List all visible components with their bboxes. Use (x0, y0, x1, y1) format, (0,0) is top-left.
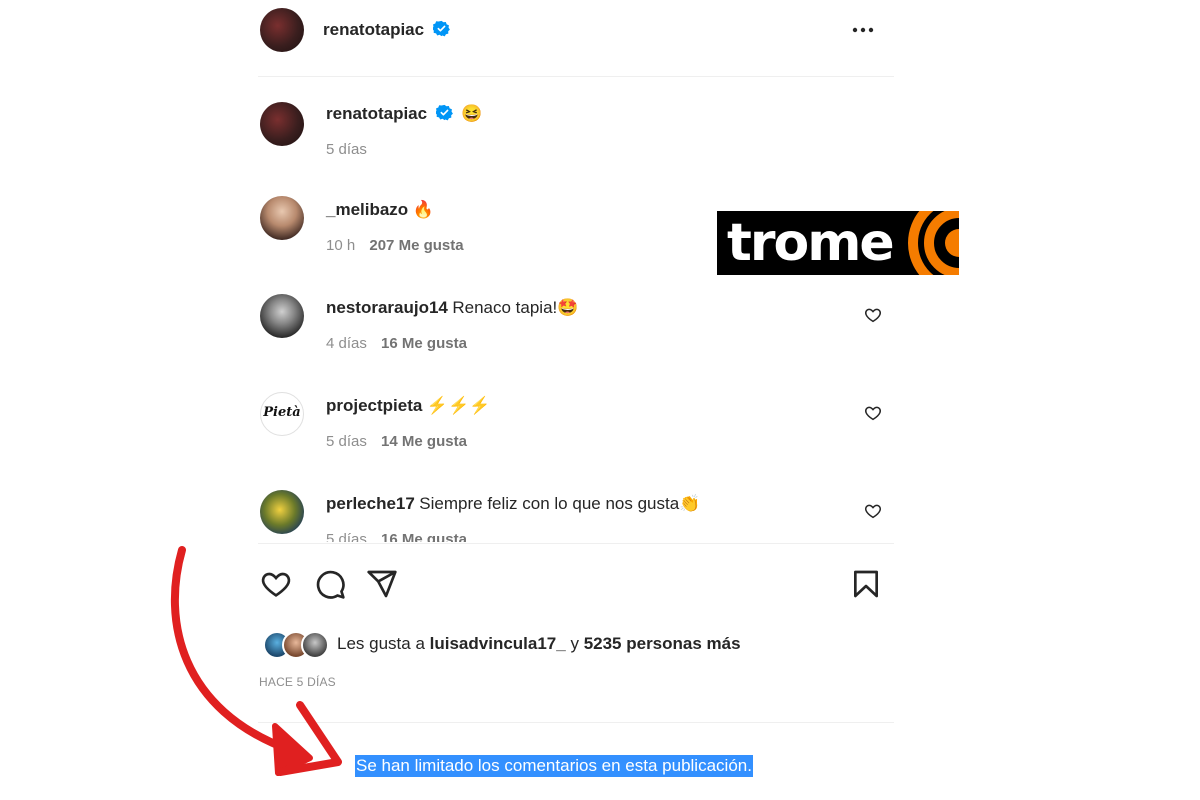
header-avatar[interactable] (260, 8, 304, 52)
caption-avatar[interactable] (260, 102, 304, 146)
comment-likes[interactable]: 16 Me gusta (381, 335, 467, 352)
likes-connector: y (570, 634, 579, 653)
comment-like-heart-icon[interactable] (864, 404, 882, 422)
comment-avatar[interactable] (260, 490, 304, 534)
comment-text: ⚡⚡⚡ (426, 396, 491, 415)
header-username[interactable]: renatotapiac (323, 20, 424, 39)
caption-emoji: 😆 (461, 104, 483, 123)
comment-username[interactable]: projectpieta (326, 396, 422, 415)
comment-line: _melibazo 🔥 (326, 200, 434, 220)
comment-text: Siempre feliz con lo que nos gusta👏 (419, 494, 701, 513)
more-options-icon[interactable] (850, 22, 876, 38)
trome-logo-text: trome (727, 213, 895, 273)
comment-meta: 10 h 207 Me gusta (326, 237, 464, 254)
comment-username[interactable]: _melibazo (326, 200, 408, 219)
likes-summary: Les gusta a luisadvincula17_ y 5235 pers… (337, 634, 741, 654)
comment-clip: perleche17 Siempre feliz con lo que nos … (258, 480, 894, 542)
verified-badge-icon (432, 20, 450, 37)
comment-line: projectpieta ⚡⚡⚡ (326, 396, 490, 416)
comments-limited-notice: Se han limitado los comentarios en esta … (355, 755, 753, 777)
bookmark-icon[interactable] (850, 568, 882, 600)
comment-avatar[interactable] (260, 196, 304, 240)
caption-time: 5 días (326, 141, 367, 158)
verified-badge-icon (435, 104, 453, 121)
caption-username[interactable]: renatotapiac (326, 104, 427, 123)
trome-signal-icon (908, 211, 959, 275)
trome-logo: trome (717, 211, 959, 275)
comment-line: nestoraraujo14 Renaco tapia!🤩 (326, 298, 578, 318)
caption-line: renatotapiac 😆 (326, 104, 482, 124)
comment-avatar[interactable]: Pietà (260, 392, 304, 436)
comment-meta: 5 días 14 Me gusta (326, 433, 467, 450)
comment-likes[interactable]: 207 Me gusta (369, 237, 463, 254)
comment-line: perleche17 Siempre feliz con lo que nos … (326, 494, 700, 514)
comment-like-heart-icon[interactable] (864, 502, 882, 520)
header-user: renatotapiac (323, 20, 450, 40)
avatar-logo-text: Pietà (263, 405, 301, 420)
comment-username[interactable]: nestoraraujo14 (326, 298, 448, 317)
comment-meta: 4 días 16 Me gusta (326, 335, 467, 352)
likes-user[interactable]: luisadvincula17_ (430, 634, 566, 653)
comment-time: 10 h (326, 237, 356, 254)
comment-likes[interactable]: 16 Me gusta (381, 531, 467, 542)
comment-text: Renaco tapia!🤩 (452, 298, 579, 317)
comment-likes[interactable]: 14 Me gusta (381, 433, 467, 450)
comment-time: 4 días (326, 335, 367, 352)
likes-others[interactable]: 5235 personas más (584, 634, 741, 653)
comment-text: 🔥 (412, 200, 434, 219)
comment-username[interactable]: perleche17 (326, 494, 415, 513)
comment-like-heart-icon[interactable] (864, 306, 882, 324)
comment-avatar[interactable] (260, 294, 304, 338)
header-divider (258, 76, 894, 77)
comment-time: 5 días (326, 433, 367, 450)
red-arrow-annotation (170, 546, 342, 776)
